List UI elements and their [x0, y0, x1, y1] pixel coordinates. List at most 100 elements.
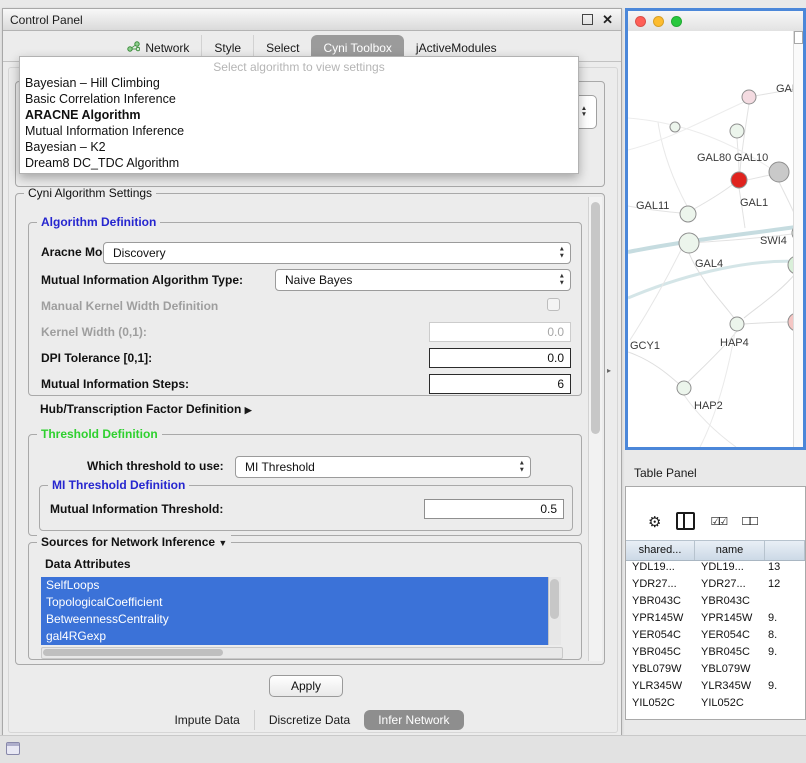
table-cell: 9. [765, 610, 805, 627]
control-panel-titlebar[interactable]: Control Panel ✕ [3, 9, 621, 31]
data-attributes-list: SelfLoopsTopologicalCoefficientBetweenne… [41, 577, 561, 645]
node-label: GCY1 [630, 340, 660, 352]
tab-label: Cyni Toolbox [323, 41, 391, 55]
minimize-button[interactable] [653, 16, 664, 27]
aracne-mode-select[interactable]: Discovery ▲▼ [103, 242, 571, 264]
mi-steps-input[interactable]: 6 [429, 374, 571, 394]
tab-label: jActiveModules [416, 41, 497, 55]
chevron-down-icon: ▼ [218, 538, 227, 548]
algorithm-option[interactable]: Mutual Information Inference [20, 123, 578, 139]
tab-discretize-data[interactable]: Discretize Data [254, 710, 364, 730]
table-row[interactable]: YDL19...YDL19...13 [626, 559, 805, 576]
network-node[interactable] [679, 233, 699, 253]
table-cell: YBR045C [626, 644, 695, 661]
attributes-vertical-scrollbar[interactable] [548, 577, 561, 645]
tab-infer-network[interactable]: Infer Network [364, 710, 463, 730]
mi-steps-label: Mutual Information Steps: [41, 377, 189, 391]
network-node[interactable] [730, 124, 744, 138]
table-row[interactable]: YIL052CYIL052C [626, 695, 805, 712]
table-row[interactable]: YBR045CYBR045C9. [626, 644, 805, 661]
table-cell: YER054C [626, 627, 695, 644]
combo-arrows-icon: ▲▼ [559, 247, 565, 260]
which-threshold-select[interactable]: MI Threshold ▲▼ [235, 456, 531, 478]
sources-section-toggle[interactable]: Sources for Network Inference ▼ [37, 535, 231, 549]
network-window-titlebar[interactable] [628, 11, 803, 32]
table-row[interactable]: YLR345WYLR345W9. [626, 678, 805, 695]
close-icon[interactable]: ✕ [602, 13, 613, 26]
table-body: YDL19...YDL19...13YDR27...YDR27...12YBR0… [626, 559, 805, 719]
threshold-definition-group: Threshold Definition Which threshold to … [28, 434, 582, 536]
control-panel-window: Control Panel ✕ NetworkStyleSelectCyni T… [2, 8, 622, 736]
network-view-window[interactable]: GALGAL80GAL10GAL11GAL1SWI4GAL4GCY1HAP4HA… [625, 8, 806, 450]
manual-kernel-checkbox [547, 298, 560, 311]
network-node[interactable] [769, 162, 789, 182]
table-header-row: shared...name [626, 540, 805, 561]
network-node[interactable] [670, 122, 680, 132]
algorithm-option[interactable]: Basic Correlation Inference [20, 91, 578, 107]
tab-impute-data[interactable]: Impute Data [160, 710, 253, 730]
panel-restore-icon[interactable] [6, 742, 20, 755]
node-label: HAP2 [694, 400, 723, 412]
network-scroll-corner [794, 31, 803, 44]
table-cell: YLR345W [695, 678, 765, 695]
scrollbar-thumb[interactable] [550, 579, 559, 619]
network-node[interactable] [730, 317, 744, 331]
control-panel-title: Control Panel [10, 13, 83, 27]
dpi-tolerance-input[interactable]: 0.0 [429, 348, 571, 368]
column-header[interactable]: shared... [626, 541, 695, 560]
network-scrollbar[interactable] [793, 31, 803, 447]
deselect-all-icon[interactable]: ☐☐ [741, 515, 757, 530]
columns-icon[interactable] [676, 512, 695, 530]
column-header[interactable]: name [695, 541, 765, 560]
table-row[interactable]: YPR145WYPR145W9. [626, 610, 805, 627]
network-node[interactable] [677, 381, 691, 395]
algorithm-option[interactable]: Bayesian – Hill Climbing [20, 75, 578, 91]
column-header[interactable] [765, 541, 805, 560]
scrollbar-thumb[interactable] [591, 202, 600, 434]
mi-algorithm-type-select[interactable]: Naive Bayes ▲▼ [275, 269, 571, 291]
table-row[interactable]: YER054CYER054C8. [626, 627, 805, 644]
apply-button[interactable]: Apply [269, 675, 343, 697]
tab-label: Network [145, 41, 189, 55]
algorithm-option[interactable]: Bayesian – K2 [20, 139, 578, 155]
splitter-collapse-icon[interactable]: ▸ [607, 366, 611, 375]
bottom-tabs: Impute DataDiscretize DataInfer Network [3, 707, 621, 733]
mi-threshold-input[interactable]: 0.5 [424, 499, 564, 519]
table-panel-title: Table Panel [634, 466, 697, 480]
network-node[interactable] [680, 206, 696, 222]
which-threshold-value: MI Threshold [245, 460, 315, 474]
float-icon[interactable] [582, 14, 593, 25]
attribute-item[interactable]: BetweennessCentrality [41, 611, 549, 628]
network-node[interactable] [731, 172, 747, 188]
network-canvas-container[interactable]: GALGAL80GAL10GAL11GAL1SWI4GAL4GCY1HAP4HA… [628, 31, 803, 447]
which-threshold-label: Which threshold to use: [87, 459, 224, 473]
attributes-horizontal-scrollbar[interactable] [41, 647, 563, 659]
network-edge [744, 322, 789, 324]
table-cell: YLR345W [626, 678, 695, 695]
algorithm-option[interactable]: ARACNE Algorithm [20, 107, 578, 123]
table-cell: YPR145W [695, 610, 765, 627]
table-row[interactable]: YBR043CYBR043C [626, 593, 805, 610]
hub-section-toggle[interactable]: Hub/Transcription Factor Definition ▶ [40, 402, 252, 416]
node-label: GAL10 [734, 152, 768, 164]
scrollbar-thumb[interactable] [43, 649, 223, 656]
table-row[interactable]: YDR27...YDR27...12 [626, 576, 805, 593]
close-button[interactable] [635, 16, 646, 27]
node-label: GAL80 [697, 152, 731, 164]
table-cell: YBL079W [695, 661, 765, 678]
select-all-icon[interactable]: ☑☑ [710, 515, 726, 530]
table-row[interactable]: YBL079WYBL079W [626, 661, 805, 678]
network-edge [700, 332, 735, 447]
attribute-item[interactable]: gal4RGexp [41, 628, 549, 645]
zoom-button[interactable] [671, 16, 682, 27]
settings-scrollbar[interactable] [588, 197, 602, 661]
gear-icon[interactable]: ⚙ [648, 515, 661, 530]
attribute-item[interactable]: SelfLoops [41, 577, 549, 594]
combo-arrows-icon: ▲▼ [581, 106, 587, 119]
table-cell: YDR27... [695, 576, 765, 593]
algorithm-option[interactable]: Dream8 DC_TDC Algorithm [20, 155, 578, 171]
network-canvas[interactable]: GALGAL80GAL10GAL11GAL1SWI4GAL4GCY1HAP4HA… [628, 31, 803, 447]
kernel-width-input: 0.0 [429, 322, 571, 342]
attribute-item[interactable]: TopologicalCoefficient [41, 594, 549, 611]
network-node[interactable] [742, 90, 756, 104]
